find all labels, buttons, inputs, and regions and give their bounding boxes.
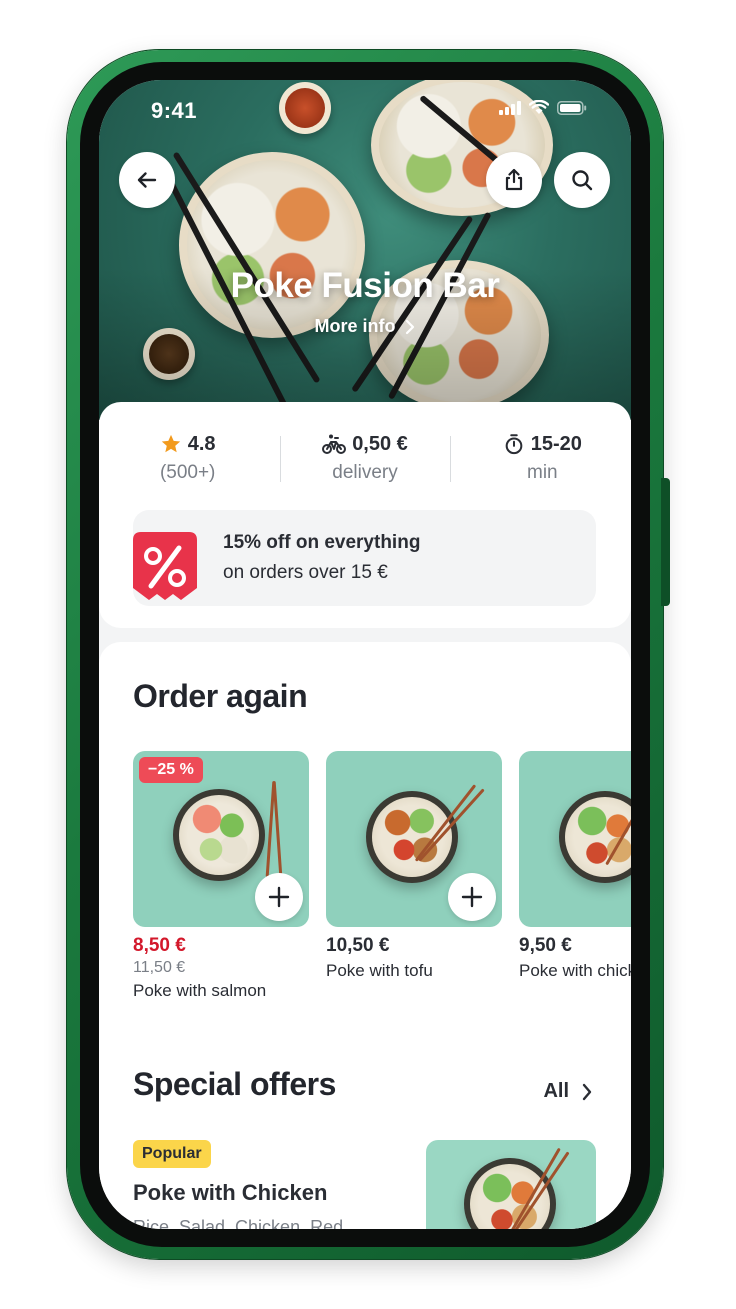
add-to-cart-button[interactable] <box>255 873 303 921</box>
delivery-stat: 0,50 € delivery <box>276 430 453 490</box>
rating-value: 4.8 <box>187 432 216 455</box>
percent-badge-icon <box>133 532 197 600</box>
status-icons <box>499 100 587 115</box>
add-to-cart-button[interactable] <box>448 873 496 921</box>
rating-stat[interactable]: 4.8 (500+) <box>99 430 276 490</box>
star-icon <box>161 434 180 453</box>
phone-side-button <box>661 478 670 606</box>
more-info-label: More info <box>314 316 396 336</box>
product-name: Poke with chicken <box>519 961 631 980</box>
battery-icon <box>557 100 587 115</box>
timer-icon <box>505 434 523 455</box>
plus-icon <box>461 886 483 908</box>
product-image: −25 % <box>133 751 309 927</box>
product-price: 9,50 € <box>519 935 572 956</box>
order-again-title: Order again <box>133 678 308 714</box>
search-icon <box>572 170 593 191</box>
product-card[interactable]: −25 % 8,50 € 11,50 € Poke with salmon <box>133 751 309 1001</box>
product-old-price: 11,50 € <box>133 959 186 976</box>
product-name: Poke with tofu <box>326 961 433 980</box>
stats-divider <box>280 436 281 482</box>
back-button[interactable] <box>119 152 175 208</box>
see-all-label: All <box>543 1080 569 1102</box>
app-screen: 9:41 Poke Fusion Bar More info 4.8 (500+… <box>99 80 631 1229</box>
delivery-label: delivery <box>332 462 398 483</box>
promo-title: 15% off on everything <box>223 532 421 553</box>
arrow-left-icon <box>137 172 157 188</box>
product-price: 10,50 € <box>326 935 390 956</box>
product-price: 8,50 € <box>133 935 186 956</box>
offer-name[interactable]: Poke with Chicken <box>133 1180 327 1206</box>
order-again-carousel[interactable]: −25 % 8,50 € 11,50 € Poke with salmon 10… <box>133 751 631 1011</box>
product-name: Poke with salmon <box>133 981 267 1000</box>
hero-image: 9:41 Poke Fusion Bar More info <box>99 80 631 420</box>
promo-subtitle: on orders over 15 € <box>223 562 388 583</box>
discount-tag: −25 % <box>139 757 203 783</box>
status-time: 9:41 <box>151 98 198 123</box>
chevron-right-icon <box>405 319 414 334</box>
see-all-link[interactable]: All <box>543 1080 593 1103</box>
product-image <box>326 751 502 927</box>
restaurant-info-card: 4.8 (500+) 0,50 € delivery 15-20 min 15%… <box>99 402 631 628</box>
plus-icon <box>268 886 290 908</box>
rating-count: (500+) <box>159 462 216 483</box>
share-icon <box>505 168 523 191</box>
product-image <box>519 751 631 927</box>
offer-image[interactable] <box>426 1140 596 1229</box>
chevron-right-icon <box>582 1083 592 1100</box>
bike-icon <box>322 434 347 454</box>
offer-description: Rice, Salad, Chicken, Red... <box>133 1217 359 1229</box>
delivery-time: 15-20 <box>530 432 582 455</box>
share-button[interactable] <box>486 152 542 208</box>
more-info-link[interactable]: More info <box>99 316 631 337</box>
product-card[interactable]: 10,50 € Poke with tofu <box>326 751 502 981</box>
promo-banner[interactable]: 15% off on everything on orders over 15 … <box>133 510 596 606</box>
time-stat: 15-20 min <box>454 430 631 490</box>
signal-icon <box>499 100 521 115</box>
stats-row: 4.8 (500+) 0,50 € delivery 15-20 min <box>99 430 631 490</box>
special-offers-title: Special offers <box>133 1066 336 1102</box>
delivery-time-unit: min <box>527 462 558 483</box>
stats-divider <box>450 436 451 482</box>
wifi-icon <box>529 100 549 114</box>
popular-badge: Popular <box>133 1140 211 1168</box>
restaurant-name: Poke Fusion Bar <box>230 266 500 305</box>
delivery-fee: 0,50 € <box>352 432 408 455</box>
search-button[interactable] <box>554 152 610 208</box>
product-card[interactable]: 9,50 € Poke with chicken <box>519 751 631 981</box>
